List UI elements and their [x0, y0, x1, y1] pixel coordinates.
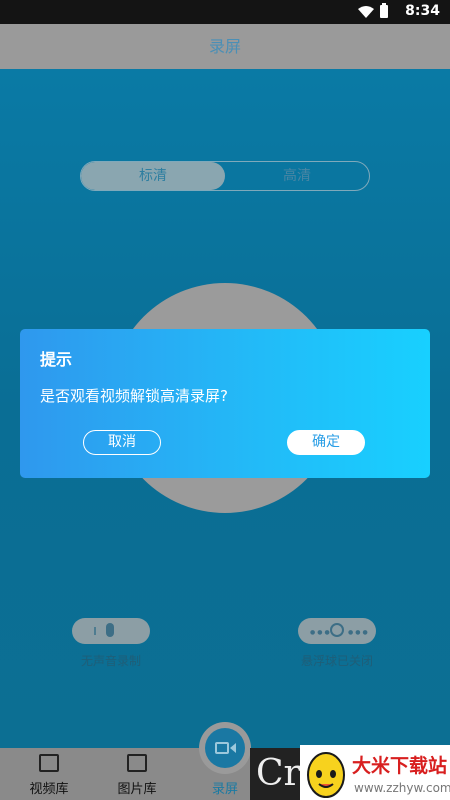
- quality-option-sd[interactable]: 标清: [81, 162, 225, 190]
- dialog-message: 是否观看视频解锁高清录屏?: [40, 387, 228, 405]
- egg-mascot-icon: [307, 752, 345, 798]
- video-library-icon: [39, 754, 59, 772]
- microphone-icon: [106, 623, 114, 637]
- float-ball-toggle-label: 悬浮球已关闭: [300, 654, 373, 668]
- record-fab-button[interactable]: [199, 722, 251, 774]
- battery-icon: [380, 3, 388, 18]
- status-bar: 8:34: [0, 0, 450, 24]
- nav-label: 图片库: [117, 782, 157, 797]
- dots-icon: ●●●: [310, 629, 332, 636]
- fan-icon: [330, 623, 344, 637]
- audio-toggle-label: 无声音录制: [80, 654, 141, 668]
- dialog-title: 提示: [40, 350, 73, 369]
- quality-option-hd[interactable]: 高清: [225, 162, 369, 190]
- nav-item-image-library[interactable]: 图片库: [92, 748, 182, 800]
- audio-toggle-button[interactable]: [72, 618, 150, 644]
- image-library-icon: [127, 754, 147, 772]
- watermark-brand: 大米下载站: [352, 755, 448, 777]
- quality-toggle[interactable]: 标清 高清: [80, 161, 370, 191]
- dots-icon: ●●●: [348, 629, 370, 636]
- watermark-partial-text: Cr: [250, 748, 305, 800]
- watermark-logo: 大米下载站 www.zzhyw.com: [300, 745, 450, 800]
- wifi-icon: [358, 6, 374, 18]
- confirm-button[interactable]: 确定: [287, 430, 365, 455]
- cancel-button[interactable]: 取消: [83, 430, 161, 455]
- watermark-url: www.zzhyw.com: [354, 781, 450, 795]
- unlock-hd-dialog: 提示 是否观看视频解锁高清录屏? 取消 确定: [20, 329, 430, 478]
- record-camera-icon: [205, 728, 245, 768]
- status-time: 8:34: [405, 3, 440, 19]
- nav-item-video-library[interactable]: 视频库: [4, 748, 94, 800]
- float-ball-toggle-button[interactable]: ●●● ●●●: [298, 618, 376, 644]
- page-title: 录屏: [0, 24, 450, 69]
- nav-label: 视频库: [29, 782, 69, 797]
